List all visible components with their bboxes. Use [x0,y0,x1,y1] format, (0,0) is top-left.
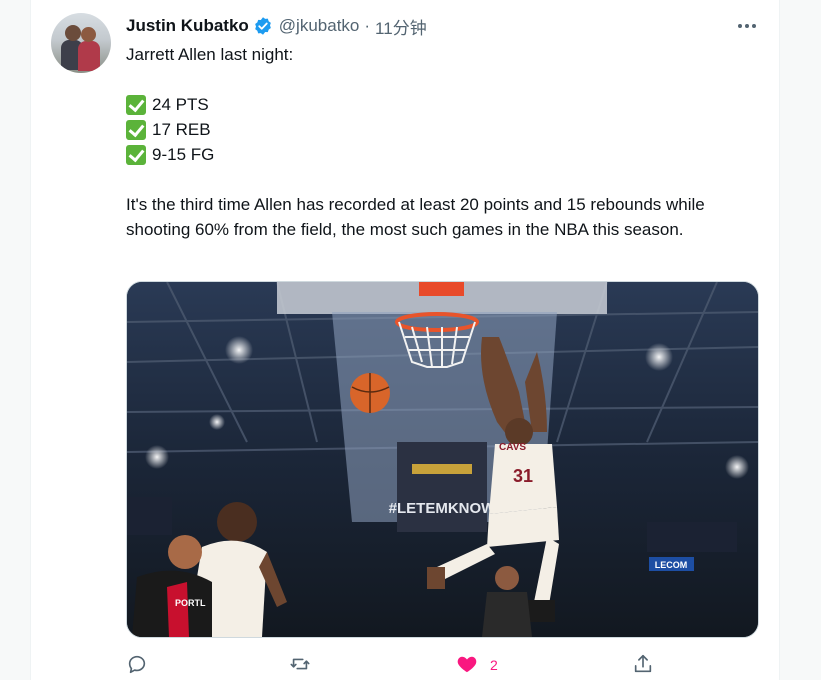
tweet-actions: 2 [126,650,666,680]
heart-icon [456,653,478,678]
jersey-team-text: CAVS [499,442,526,453]
dunk-photo-illustration: #LETEMKNOW LECOM 31 CAVS PORTL [127,282,758,637]
reply-button[interactable] [126,650,148,680]
tweet-card[interactable]: Justin Kubatko @jkubatko · 11分钟 Jarrett … [30,0,780,680]
tweet-body: It's the third time Allen has recorded a… [126,195,705,239]
stat-row: 24 PTS [126,92,736,117]
check-mark-icon [126,144,146,165]
check-mark-icon [126,94,146,115]
verified-badge-icon [253,16,273,36]
tweet-photo[interactable]: #LETEMKNOW LECOM 31 CAVS PORTL [126,281,759,638]
author-handle[interactable]: @jkubatko [279,16,360,36]
retweet-button[interactable] [289,650,311,680]
stat-row: 9-15 FG [126,142,736,167]
separator-dot: · [364,16,371,35]
check-mark-icon [126,119,146,140]
reply-icon [126,653,148,678]
more-icon[interactable] [735,14,759,38]
arena-banner-text: #LETEMKNOW [389,500,497,517]
share-button[interactable] [632,650,654,680]
share-icon [632,653,654,678]
avatar[interactable] [51,13,111,73]
retweet-icon [289,653,311,678]
stat-points: 24 PTS [152,95,209,114]
timestamp[interactable]: 11分钟 [375,14,427,39]
stat-rebounds: 17 REB [152,120,211,139]
tweet-header: Justin Kubatko @jkubatko · 11分钟 [126,14,427,38]
stat-field-goals: 9-15 FG [152,145,215,164]
like-count: 2 [490,657,498,673]
like-button[interactable]: 2 [456,650,498,680]
arena-sign-text: LECOM [655,560,688,570]
author-name[interactable]: Justin Kubatko [126,16,249,36]
opponent-jersey-text: PORTL [175,598,206,608]
tweet-intro: Jarrett Allen last night: [126,45,294,64]
jersey-number-text: 31 [513,466,533,486]
tweet-text: Jarrett Allen last night: 24 PTS 17 REB … [126,42,736,242]
stat-row: 17 REB [126,117,736,142]
